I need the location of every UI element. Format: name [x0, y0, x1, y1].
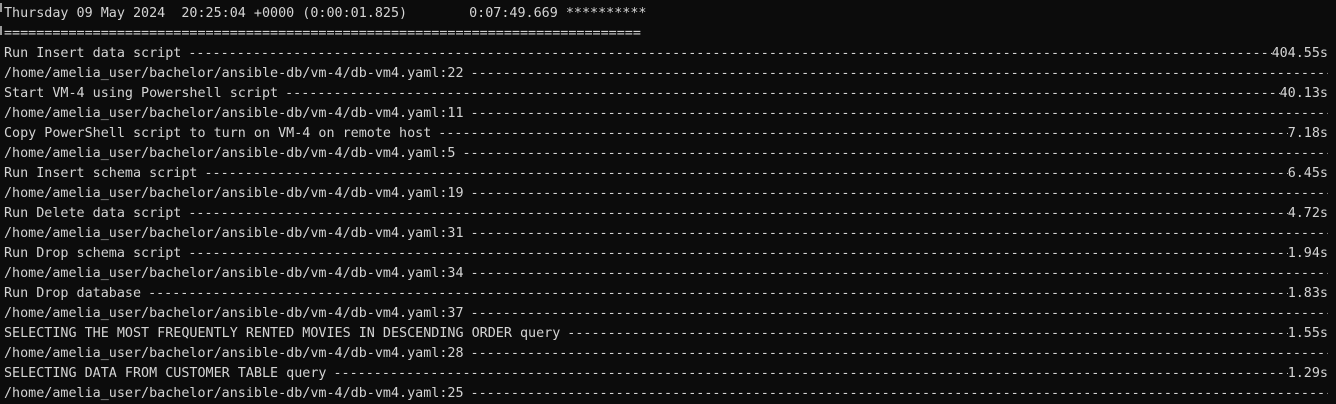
- task-path: /home/amelia_user/bachelor/ansible-db/vm…: [4, 226, 464, 241]
- dash-leader: [326, 364, 1287, 384]
- task-name: SELECTING THE MOST FREQUENTLY RENTED MOV…: [4, 326, 561, 341]
- task-duration: 1.55s: [1287, 326, 1328, 341]
- task-name: Run Insert data script: [4, 46, 182, 61]
- task-line: Run Drop database 1.83s: [4, 284, 1328, 304]
- dash-leader: [141, 284, 1288, 304]
- dash-leader: [464, 104, 1328, 124]
- task-path-line: /home/amelia_user/bachelor/ansible-db/vm…: [4, 64, 1328, 84]
- task-name: Run Insert schema script: [4, 166, 198, 181]
- task-timing-list: Run Insert data script 404.55s/home/ameli…: [4, 44, 1328, 404]
- timestamp-line: Thursday 09 May 2024 20:25:04 +0000 (0:0…: [4, 4, 1328, 24]
- task-duration: 4.72s: [1287, 206, 1328, 221]
- task-name: Run Drop database: [4, 286, 142, 301]
- task-path-line: /home/amelia_user/bachelor/ansible-db/vm…: [4, 104, 1328, 124]
- task-duration: 6.45s: [1287, 166, 1328, 181]
- task-path-line: /home/amelia_user/bachelor/ansible-db/vm…: [4, 224, 1328, 244]
- task-path-line: /home/amelia_user/bachelor/ansible-db/vm…: [4, 264, 1328, 284]
- dash-leader: [464, 184, 1328, 204]
- task-path-line: /home/amelia_user/bachelor/ansible-db/vm…: [4, 384, 1328, 404]
- cursor-marker: [0, 26, 2, 35]
- task-line: SELECTING THE MOST FREQUENTLY RENTED MOV…: [4, 324, 1328, 344]
- dash-leader: [278, 84, 1280, 104]
- timestamp-text: Thursday 09 May 2024 20:25:04 +0000 (0:0…: [4, 6, 408, 21]
- dash-leader: [560, 324, 1287, 344]
- task-duration: 1.29s: [1287, 366, 1328, 381]
- dash-leader: [464, 224, 1328, 244]
- dash-leader: [181, 44, 1271, 64]
- dash-leader: [431, 124, 1287, 144]
- task-path: /home/amelia_user/bachelor/ansible-db/vm…: [4, 346, 464, 361]
- task-path-line: /home/amelia_user/bachelor/ansible-db/vm…: [4, 184, 1328, 204]
- task-path-line: /home/amelia_user/bachelor/ansible-db/vm…: [4, 304, 1328, 324]
- task-line: Run Insert data script 404.55s: [4, 44, 1328, 64]
- task-name: Run Delete data script: [4, 206, 182, 221]
- dash-leader: [455, 144, 1328, 164]
- task-name: SELECTING DATA FROM CUSTOMER TABLE query: [4, 366, 327, 381]
- task-duration: 1.94s: [1287, 246, 1328, 261]
- task-path: /home/amelia_user/bachelor/ansible-db/vm…: [4, 186, 464, 201]
- task-path: /home/amelia_user/bachelor/ansible-db/vm…: [4, 386, 464, 401]
- separator-line: ========================================…: [4, 24, 1328, 44]
- task-line: Run Delete data script 4.72s: [4, 204, 1328, 224]
- task-line: Copy PowerShell script to turn on VM-4 o…: [4, 124, 1328, 144]
- task-path: /home/amelia_user/bachelor/ansible-db/vm…: [4, 306, 464, 321]
- task-path: /home/amelia_user/bachelor/ansible-db/vm…: [4, 66, 464, 81]
- task-duration: 404.55s: [1271, 46, 1328, 61]
- dash-leader: [464, 344, 1328, 364]
- task-duration: 1.83s: [1287, 286, 1328, 301]
- task-duration: 40.13s: [1279, 86, 1328, 101]
- dash-leader: [464, 384, 1328, 404]
- task-line: SELECTING DATA FROM CUSTOMER TABLE query…: [4, 364, 1328, 384]
- task-line: Start VM-4 using Powershell script 40.13s: [4, 84, 1328, 104]
- task-line: Run Drop schema script 1.94s: [4, 244, 1328, 264]
- dash-leader: [181, 204, 1287, 224]
- dash-leader: [197, 164, 1287, 184]
- task-duration: 7.18s: [1287, 126, 1328, 141]
- task-path: /home/amelia_user/bachelor/ansible-db/vm…: [4, 266, 464, 281]
- task-name: Run Drop schema script: [4, 246, 182, 261]
- dash-leader: [464, 264, 1328, 284]
- task-line: Run Insert schema script 6.45s: [4, 164, 1328, 184]
- dash-leader: [464, 304, 1328, 324]
- dash-leader: [464, 64, 1328, 84]
- task-path-line: /home/amelia_user/bachelor/ansible-db/vm…: [4, 344, 1328, 364]
- terminal-output[interactable]: Thursday 09 May 2024 20:25:04 +0000 (0:0…: [4, 4, 1328, 404]
- task-path: /home/amelia_user/bachelor/ansible-db/vm…: [4, 106, 464, 121]
- task-name: Copy PowerShell script to turn on VM-4 o…: [4, 126, 432, 141]
- cursor-marker: [0, 3, 2, 12]
- dash-leader: [181, 244, 1287, 264]
- elapsed-text: 0:07:49.669 **********: [469, 6, 647, 21]
- task-name: Start VM-4 using Powershell script: [4, 86, 279, 101]
- task-path: /home/amelia_user/bachelor/ansible-db/vm…: [4, 146, 456, 161]
- task-path-line: /home/amelia_user/bachelor/ansible-db/vm…: [4, 144, 1328, 164]
- separator-text: ========================================…: [4, 26, 641, 41]
